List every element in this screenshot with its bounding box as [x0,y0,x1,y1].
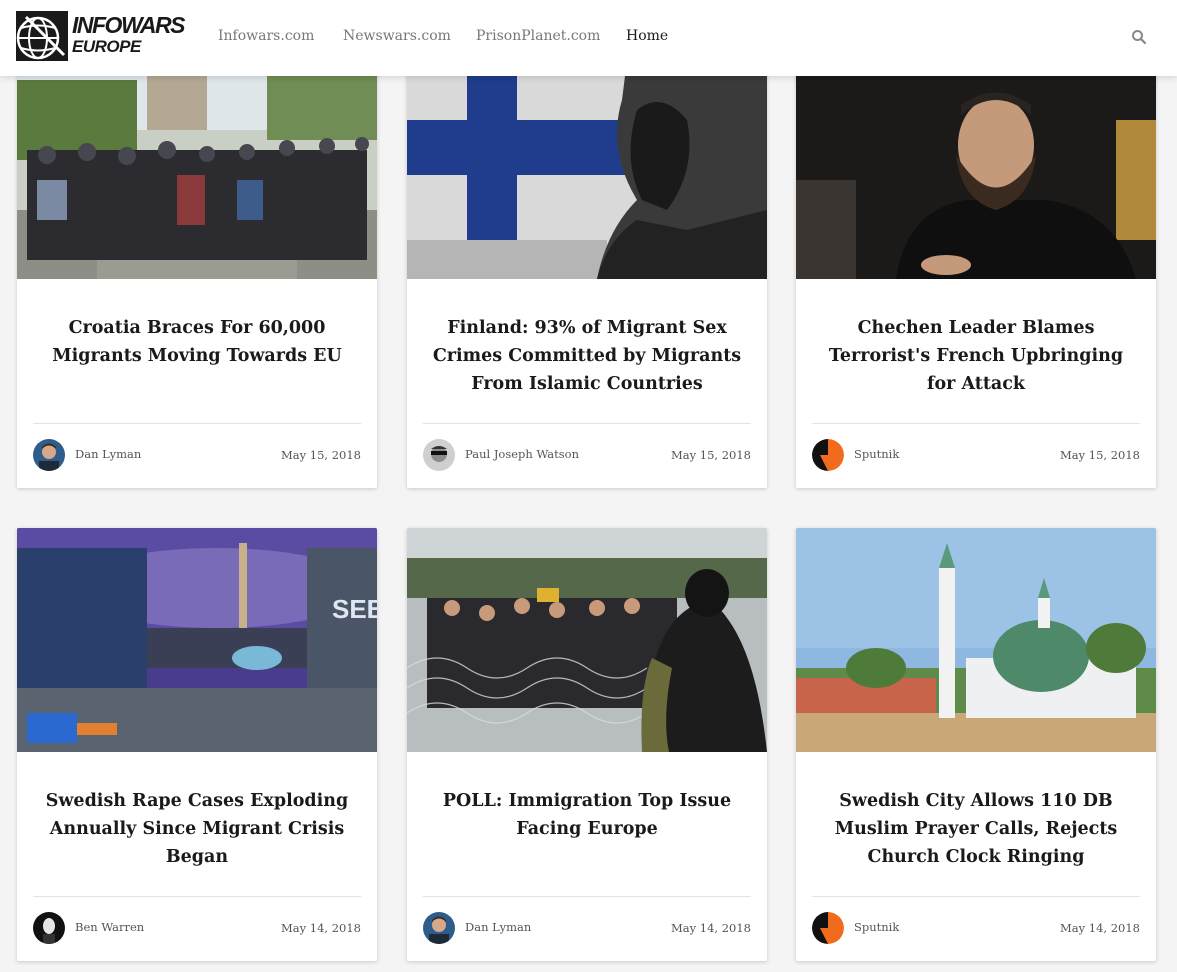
article-date: May 15, 2018 [671,448,751,462]
article-meta: Paul Joseph Watson May 15, 2018 [423,439,751,473]
article-card[interactable]: Swedish City Allows 110 DB Muslim Prayer… [796,528,1156,961]
article-title[interactable]: Finland: 93% of Migrant Sex Crimes Commi… [423,314,751,398]
author-name[interactable]: Ben Warren [75,920,144,934]
article-title[interactable]: Chechen Leader Blames Terrorist's French… [812,314,1140,398]
article-title[interactable]: Swedish Rape Cases Exploding Annually Si… [33,787,361,871]
article-meta: Sputnik May 14, 2018 [812,912,1140,946]
article-date: May 14, 2018 [281,921,361,935]
author-name[interactable]: Sputnik [854,920,899,934]
article-card[interactable]: Croatia Braces For 60,000 Migrants Movin… [17,60,377,488]
article-image-border-fence[interactable] [407,528,767,752]
article-meta: Dan Lyman May 14, 2018 [423,912,751,946]
card-divider [33,896,361,897]
author-avatar[interactable] [33,912,65,944]
article-date: May 15, 2018 [281,448,361,462]
article-image-chechen-leader[interactable] [796,60,1156,279]
nav-link-prisonplanet[interactable]: PrisonPlanet.com [476,28,600,44]
search-icon[interactable] [1131,29,1147,45]
sputnik-avatar[interactable] [812,439,844,471]
article-card[interactable]: SEB Swedish Rape Cases Exploding Annuall… [17,528,377,961]
nav-link-infowars[interactable]: Infowars.com [218,28,314,44]
author-avatar[interactable] [33,439,65,471]
globe-logo-icon [16,11,68,61]
article-date: May 14, 2018 [671,921,751,935]
article-title[interactable]: POLL: Immigration Top Issue Facing Europ… [423,787,751,843]
article-date: May 15, 2018 [1060,448,1140,462]
card-divider [423,423,751,424]
author-name[interactable]: Sputnik [854,447,899,461]
article-meta: Sputnik May 15, 2018 [812,439,1140,473]
article-image-migrants-crowd[interactable] [17,60,377,279]
author-avatar[interactable] [423,912,455,944]
nav-link-newswars[interactable]: Newswars.com [343,28,451,44]
svg-text:SEB: SEB [332,594,377,624]
author-name[interactable]: Dan Lyman [75,447,141,461]
article-meta: Ben Warren May 14, 2018 [33,912,361,946]
card-divider [812,896,1140,897]
author-name[interactable]: Dan Lyman [465,920,531,934]
site-logo[interactable]: INFOWARS EUROPE [16,11,186,61]
nav-link-home[interactable]: Home [626,28,668,44]
card-divider [812,423,1140,424]
author-avatar[interactable] [423,439,455,471]
article-image-stockholm-city[interactable]: SEB [17,528,377,752]
site-header: INFOWARS EUROPE Infowars.com Newswars.co… [0,0,1177,76]
article-title[interactable]: Croatia Braces For 60,000 Migrants Movin… [33,314,361,370]
logo-text-infowars: INFOWARS [72,12,185,38]
article-image-finland-flag-woman[interactable] [407,60,767,279]
article-meta: Dan Lyman May 15, 2018 [33,439,361,473]
logo-text-europe: EUROPE [72,37,141,56]
author-name[interactable]: Paul Joseph Watson [465,447,579,461]
article-card[interactable]: Chechen Leader Blames Terrorist's French… [796,60,1156,488]
sputnik-avatar[interactable] [812,912,844,944]
article-image-mosque[interactable] [796,528,1156,752]
article-title[interactable]: Swedish City Allows 110 DB Muslim Prayer… [812,787,1140,871]
card-divider [423,896,751,897]
card-divider [33,423,361,424]
article-card[interactable]: Finland: 93% of Migrant Sex Crimes Commi… [407,60,767,488]
article-card[interactable]: POLL: Immigration Top Issue Facing Europ… [407,528,767,961]
article-date: May 14, 2018 [1060,921,1140,935]
